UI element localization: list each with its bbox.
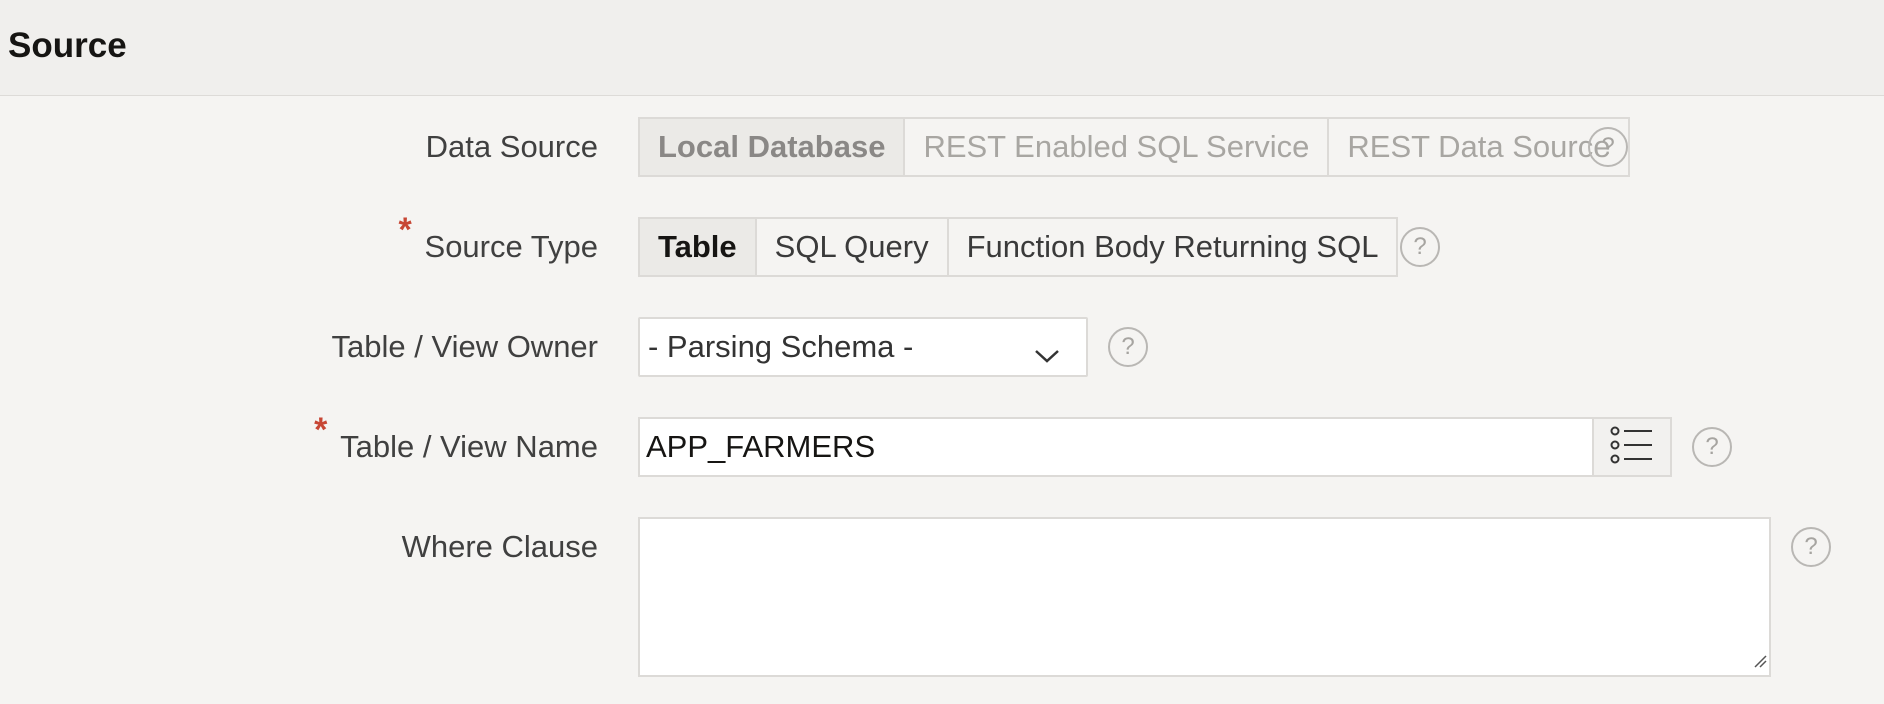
- source-type-help-icon[interactable]: ?: [1400, 227, 1440, 267]
- data-source-help-icon[interactable]: ?: [1588, 127, 1628, 167]
- data-source-option-rest-data-source: REST Data Source: [1347, 129, 1611, 164]
- table-name-row: * Table / View Name APP_FARMERS ?: [0, 411, 1884, 477]
- resize-grip-icon[interactable]: [1753, 654, 1767, 673]
- where-clause-textarea[interactable]: [638, 517, 1771, 677]
- region-header: Source: [0, 0, 1884, 96]
- data-source-option-rest-enabled-sql: REST Enabled SQL Service: [905, 119, 1330, 175]
- data-source-option-local-database: Local Database: [640, 119, 906, 175]
- source-type-row: * Source Type Table SQL Query Function B…: [0, 211, 1884, 277]
- required-marker: *: [314, 411, 328, 449]
- table-owner-value: - Parsing Schema -: [648, 329, 914, 364]
- source-type-radio-group: Table SQL Query Function Body Returning …: [638, 217, 1399, 277]
- table-owner-label: Table / View Owner: [331, 329, 599, 364]
- data-source-radio-group: Local Database REST Enabled SQL Service …: [638, 117, 1631, 177]
- region-title: Source: [8, 26, 127, 65]
- source-type-option-function-body[interactable]: Function Body Returning SQL: [949, 219, 1397, 275]
- table-name-help-icon[interactable]: ?: [1692, 427, 1732, 467]
- data-source-label: Data Source: [425, 129, 598, 164]
- source-type-option-table[interactable]: Table: [640, 219, 757, 275]
- table-owner-select[interactable]: - Parsing Schema -: [638, 317, 1088, 377]
- data-source-row: Data Source Local Database REST Enabled …: [0, 117, 1884, 177]
- table-name-list-button[interactable]: [1592, 417, 1672, 477]
- where-clause-row: Where Clause ?: [0, 517, 1884, 677]
- table-owner-help-icon[interactable]: ?: [1108, 327, 1148, 367]
- table-name-label: Table / View Name: [340, 429, 598, 464]
- where-clause-help-icon[interactable]: ?: [1791, 527, 1831, 567]
- table-owner-row: Table / View Owner - Parsing Schema - ?: [0, 317, 1884, 377]
- list-icon: [1610, 425, 1654, 470]
- where-clause-label: Where Clause: [401, 529, 598, 564]
- source-type-label: Source Type: [424, 229, 598, 264]
- required-marker: *: [398, 211, 412, 249]
- source-type-option-sql-query[interactable]: SQL Query: [757, 219, 949, 275]
- chevron-down-icon: [1034, 337, 1060, 373]
- table-name-input[interactable]: APP_FARMERS: [638, 417, 1594, 477]
- table-name-label-wrap: * Table / View Name: [314, 411, 598, 477]
- source-type-label-wrap: * Source Type: [399, 211, 598, 277]
